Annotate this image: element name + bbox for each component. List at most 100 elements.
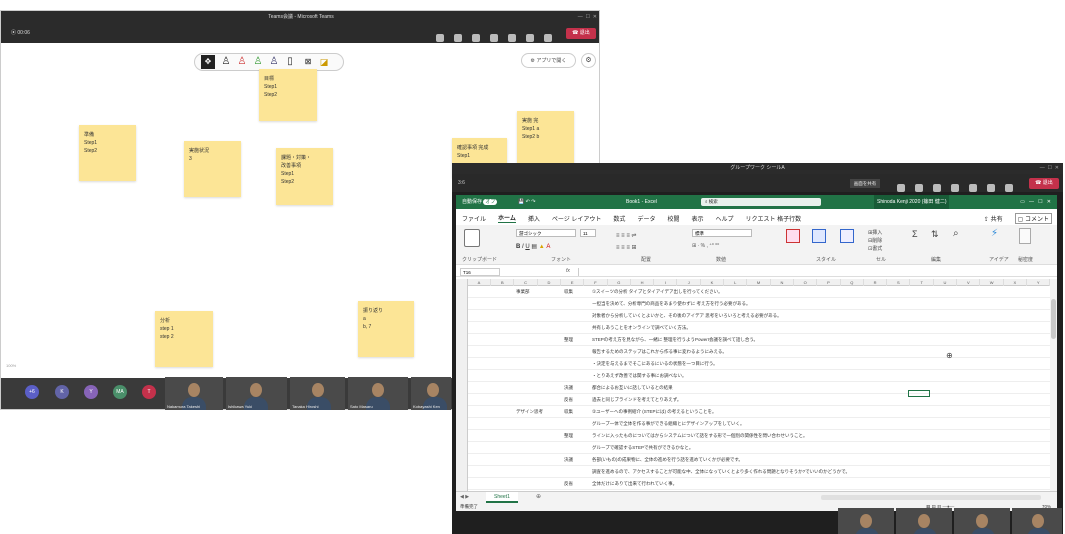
highlighter-icon[interactable]: ▯ [283, 55, 297, 69]
cell-content[interactable]: ラインに入ったものについてはからシステムについて話をする形で一個別の関係性を問い… [592, 433, 808, 439]
excel-window-controls[interactable]: ▭ — ☐ ✕ [1020, 195, 1051, 209]
video-tile-5[interactable]: Kobayashi Ken [411, 377, 451, 410]
table-row[interactable]: 決議 各部(いもの)の成果物に、全体の進めを行う話を進めていくかが必要です。 [468, 454, 1050, 466]
column-header[interactable]: C [515, 279, 538, 286]
column-header[interactable]: D [538, 279, 561, 286]
column-header[interactable]: U [934, 279, 957, 286]
column-header[interactable]: I [654, 279, 678, 286]
cell-step[interactable]: 収集 [564, 409, 573, 415]
add-sheet-icon[interactable]: ⊕ [536, 493, 541, 500]
font-name-select[interactable]: 游ゴシック [516, 229, 576, 237]
table-row[interactable]: 事業部 収集 ①スイーツの分析 タイプとタイアイデア出しを行ってください。 [468, 286, 1050, 298]
whiteboard-leave-button[interactable]: ☎ 退出 [566, 28, 596, 39]
tab-formulas[interactable]: 数式 [613, 214, 625, 223]
table-row[interactable]: ・とりあえず改善では関する事にお調べない。 [468, 370, 1050, 382]
table-row[interactable]: 整理 STEPの考え方を見ながら、一緒に 整理を行うようPowerI会議を調べて話… [468, 334, 1050, 346]
eraser-icon[interactable]: ⊠ [301, 55, 315, 69]
cell-content[interactable]: グループで確認するSTEPで共有ができるかなと。 [592, 445, 693, 451]
pen-green-icon[interactable]: ♙ [251, 55, 265, 69]
sort-filter-icon[interactable]: ⇅ [931, 229, 939, 240]
column-header[interactable]: O [794, 279, 818, 286]
column-header[interactable]: T [911, 279, 934, 286]
share-leave-button[interactable]: ☎ 退出 [1029, 178, 1059, 189]
cell-content[interactable]: STEPの考え方を見ながら、一緒に 整理を行うようPowerI会議を調べて話し合… [592, 337, 758, 343]
meeting-controls[interactable] [431, 29, 561, 42]
pen-black-icon[interactable]: ♙ [219, 55, 233, 69]
comment-button[interactable]: ▢ コメント [1014, 212, 1052, 224]
open-in-app-button[interactable]: ⚙ アプリで開く [521, 53, 576, 68]
column-header[interactable]: K [701, 279, 724, 286]
bold-italic-underline[interactable]: B I U ▤ ▲ A [516, 243, 550, 250]
cell-category[interactable]: 事業部 [516, 289, 530, 295]
table-format-icon[interactable] [812, 229, 826, 243]
column-header[interactable]: E [561, 279, 585, 286]
cell-content[interactable]: 過去と同じブラインドを考えてとりあえず。 [592, 397, 681, 403]
pen-blue-icon[interactable]: ♙ [267, 55, 281, 69]
tab-home[interactable]: ホーム [498, 213, 516, 223]
share-screen-button[interactable]: 画面を共有 [850, 179, 880, 188]
column-header[interactable]: H [631, 279, 655, 286]
cell-step[interactable]: 反省 [564, 397, 573, 403]
column-header[interactable]: N [771, 279, 794, 286]
avatar-y[interactable]: Y [84, 385, 98, 399]
table-row[interactable]: 決議 都合によるお互いに話しているとの結果 [468, 382, 1050, 394]
share-window-controls[interactable]: — ☐ ✕ [1040, 163, 1059, 174]
table-row[interactable]: 対象者から分析していくとよいかと、その後のアイデア 思考をいろいろと考える必要が… [468, 310, 1050, 322]
camera-icon[interactable] [508, 34, 516, 42]
save-icon[interactable]: 💾 ↶ ↷ [518, 195, 535, 209]
table-row[interactable]: グループで確認するSTEPで共有ができるかなと。 [468, 442, 1050, 454]
number-format-select[interactable]: 標準 [692, 229, 752, 237]
column-header[interactable]: S [887, 279, 911, 286]
cell-content[interactable]: ①スイーツの分析 タイプとタイアイデア出しを行ってください。 [592, 289, 723, 295]
sum-icon[interactable]: Σ [912, 229, 918, 239]
sticky-note-right1[interactable]: 実施 完 Step1 a Step2 b [517, 111, 574, 171]
cell-step[interactable]: 決議 [564, 457, 573, 463]
sheet-nav-icon[interactable]: ◀ ▶ [460, 494, 469, 500]
font-size-select[interactable]: 11 [580, 229, 596, 237]
tab-help[interactable]: ヘルプ [715, 214, 733, 223]
insert-delete-format[interactable]: ⊞挿入 ⊟削除 ⊡書式 [868, 229, 882, 253]
column-header[interactable]: Q [841, 279, 864, 286]
table-row[interactable]: 報告するためのステップはこれから作る事に変わるようにみえる。 [468, 346, 1050, 358]
sticky-note-bottom1[interactable]: 分析 step 1 step 2 [155, 311, 213, 367]
avatar-k[interactable]: K [55, 385, 69, 399]
video-tile-9[interactable] [1012, 508, 1062, 534]
table-row[interactable]: 整理 ラインに入ったものについてはからシステムについて話をする形で一個別の関係性を… [468, 430, 1050, 442]
cell-category[interactable]: デザイン思考 [516, 409, 543, 415]
sticky-note-icon[interactable]: ◪ [317, 55, 331, 69]
chat-icon[interactable] [454, 34, 462, 42]
column-header[interactable]: J [678, 279, 701, 286]
horizontal-scrollbar[interactable] [821, 495, 1041, 500]
sheet-tab-sheet1[interactable]: Sheet1 [486, 492, 518, 503]
column-header[interactable]: X [1004, 279, 1027, 286]
sticky-note-mid1[interactable]: 実施状況 3 [184, 141, 241, 197]
cell-content[interactable]: ②ユーザーへの事例紹介 (STEPには) の考えるということを。 [592, 409, 717, 415]
settings-icon[interactable]: ⚙ [581, 53, 596, 68]
sticky-note-top[interactable]: 目標 Step1 Step2 [259, 69, 317, 121]
column-header[interactable]: P [818, 279, 841, 286]
tab-file[interactable]: ファイル [462, 214, 486, 223]
cell-style-icon[interactable] [840, 229, 854, 243]
sheet-grid[interactable]: ABCDEFGHIJKLMNOPQRSTUVWXY 事業部 収集 ①スイーツの分析 … [456, 279, 1050, 491]
select-tool-icon[interactable]: ✥ [201, 55, 215, 69]
reactions-icon[interactable] [472, 34, 480, 42]
pen-red-icon[interactable]: ♙ [235, 55, 249, 69]
column-header[interactable]: W [981, 279, 1004, 286]
number-buttons[interactable]: ⊞ · % , ⁺⁰ ⁰⁰ [692, 243, 719, 249]
column-header[interactable]: A [468, 279, 491, 286]
find-icon[interactable]: ⌕ [953, 228, 959, 239]
vertical-scrollbar[interactable] [1050, 279, 1057, 491]
table-row[interactable]: グループ一体で全体を作る事ができる組織とにデザインアップをしていく。 [468, 418, 1050, 430]
more-icon[interactable] [490, 34, 498, 42]
video-tile-1[interactable]: Nakamura Takeshi [165, 377, 223, 410]
window-controls[interactable]: — ☐ ✕ [578, 11, 597, 23]
table-row[interactable]: 共有しあうことをオンラインで調べていく方法。 [468, 322, 1050, 334]
cell-step[interactable]: 反省 [564, 481, 573, 487]
cell-content[interactable]: 対象者から分析していくとよいかと、その後のアイデア 思考をいろいろと考える必要が… [592, 313, 782, 319]
video-tile-8[interactable] [954, 508, 1010, 534]
sticky-note-mid2[interactable]: 課題・対策・ 改善事項 Step1 Step2 [276, 148, 333, 205]
avatar-ma[interactable]: MA [113, 385, 127, 399]
avatar-t[interactable]: T [142, 385, 156, 399]
cell-content[interactable]: 各部(いもの)の成果物に、全体の進めを行う話を進めていくかが必要です。 [592, 457, 743, 463]
tab-view[interactable]: 表示 [691, 214, 703, 223]
